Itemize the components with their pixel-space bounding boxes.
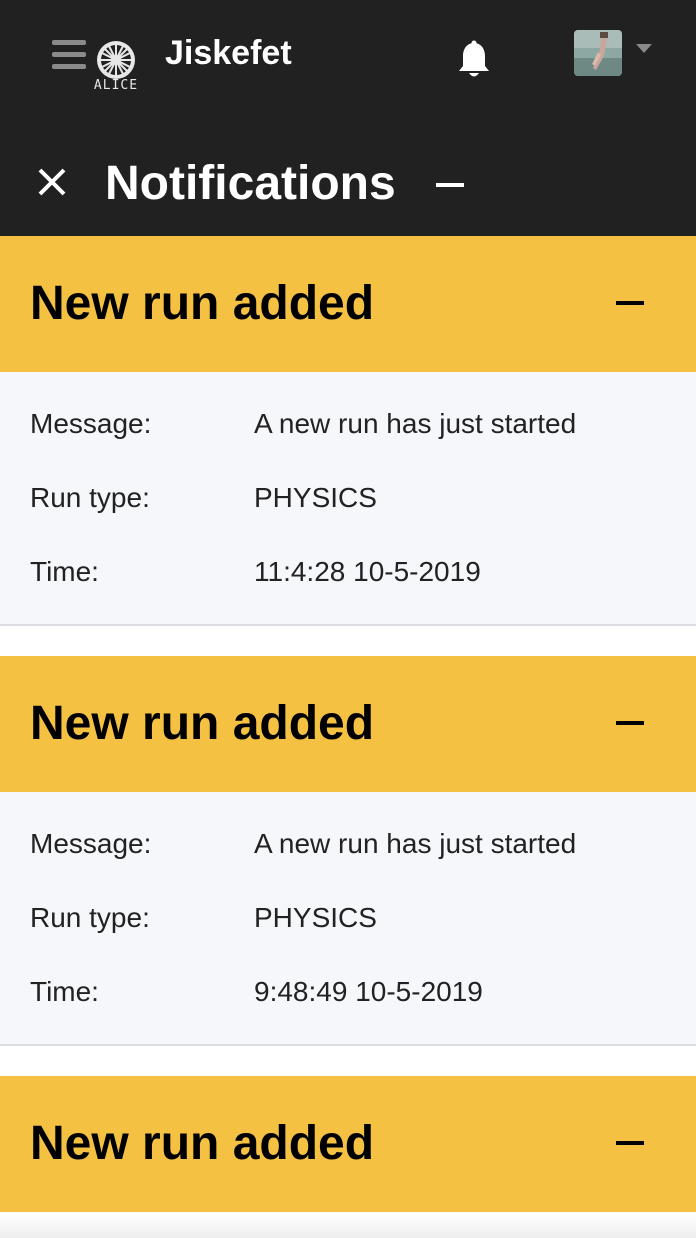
row-value: PHYSICS [254, 902, 377, 933]
bell-icon[interactable] [456, 40, 492, 80]
run-type-row: Run type: PHYSICS [30, 902, 670, 942]
app-title[interactable]: Jiskefet [165, 34, 292, 73]
notification-header[interactable]: New run added [0, 1076, 696, 1212]
row-label: Time: [30, 976, 99, 1007]
row-value: 9:48:49 10-5-2019 [254, 976, 483, 1007]
card-body-edge [0, 1212, 696, 1238]
notification-body: Message: A new run has just started Run … [0, 372, 696, 626]
avatar[interactable] [574, 30, 622, 76]
notification-header[interactable]: New run added [0, 236, 696, 372]
row-value: 11:4:28 10-5-2019 [254, 556, 481, 587]
message-row: Message: A new run has just started [30, 408, 670, 448]
row-label: Message: [30, 408, 152, 439]
row-value: A new run has just started [254, 408, 577, 439]
minus-icon[interactable] [612, 292, 648, 314]
notification-header[interactable]: New run added [0, 656, 696, 792]
notification-body: Message: A new run has just started Run … [0, 792, 696, 1046]
row-label: Run type: [30, 902, 150, 933]
row-label: Message: [30, 828, 152, 859]
notification-title: New run added [30, 277, 375, 330]
minus-icon[interactable] [612, 1132, 648, 1154]
row-value: A new run has just started [254, 828, 577, 859]
notification-card: New run added Message: A new run has jus… [0, 656, 696, 1046]
time-row: Time: 11:4:28 10-5-2019 [30, 556, 670, 596]
notifications-title: Notifications [105, 157, 396, 210]
close-icon[interactable] [34, 164, 70, 200]
notification-title: New run added [30, 1117, 375, 1170]
notification-card: New run added Message: A new run has jus… [0, 236, 696, 626]
minus-icon[interactable] [434, 174, 466, 196]
run-type-row: Run type: PHYSICS [30, 482, 670, 522]
minus-icon[interactable] [612, 712, 648, 734]
row-value: PHYSICS [254, 482, 377, 513]
message-row: Message: A new run has just started [30, 828, 670, 868]
logo-text: ALICE [93, 78, 139, 93]
top-bar: ALICE Jiskefet Notifications [0, 0, 696, 236]
time-row: Time: 9:48:49 10-5-2019 [30, 976, 670, 1016]
chevron-down-icon[interactable] [636, 44, 652, 53]
row-label: Time: [30, 556, 99, 587]
row-label: Run type: [30, 482, 150, 513]
notification-title: New run added [30, 697, 375, 750]
hamburger-icon[interactable] [52, 40, 86, 70]
notification-card: New run added [0, 1076, 696, 1212]
